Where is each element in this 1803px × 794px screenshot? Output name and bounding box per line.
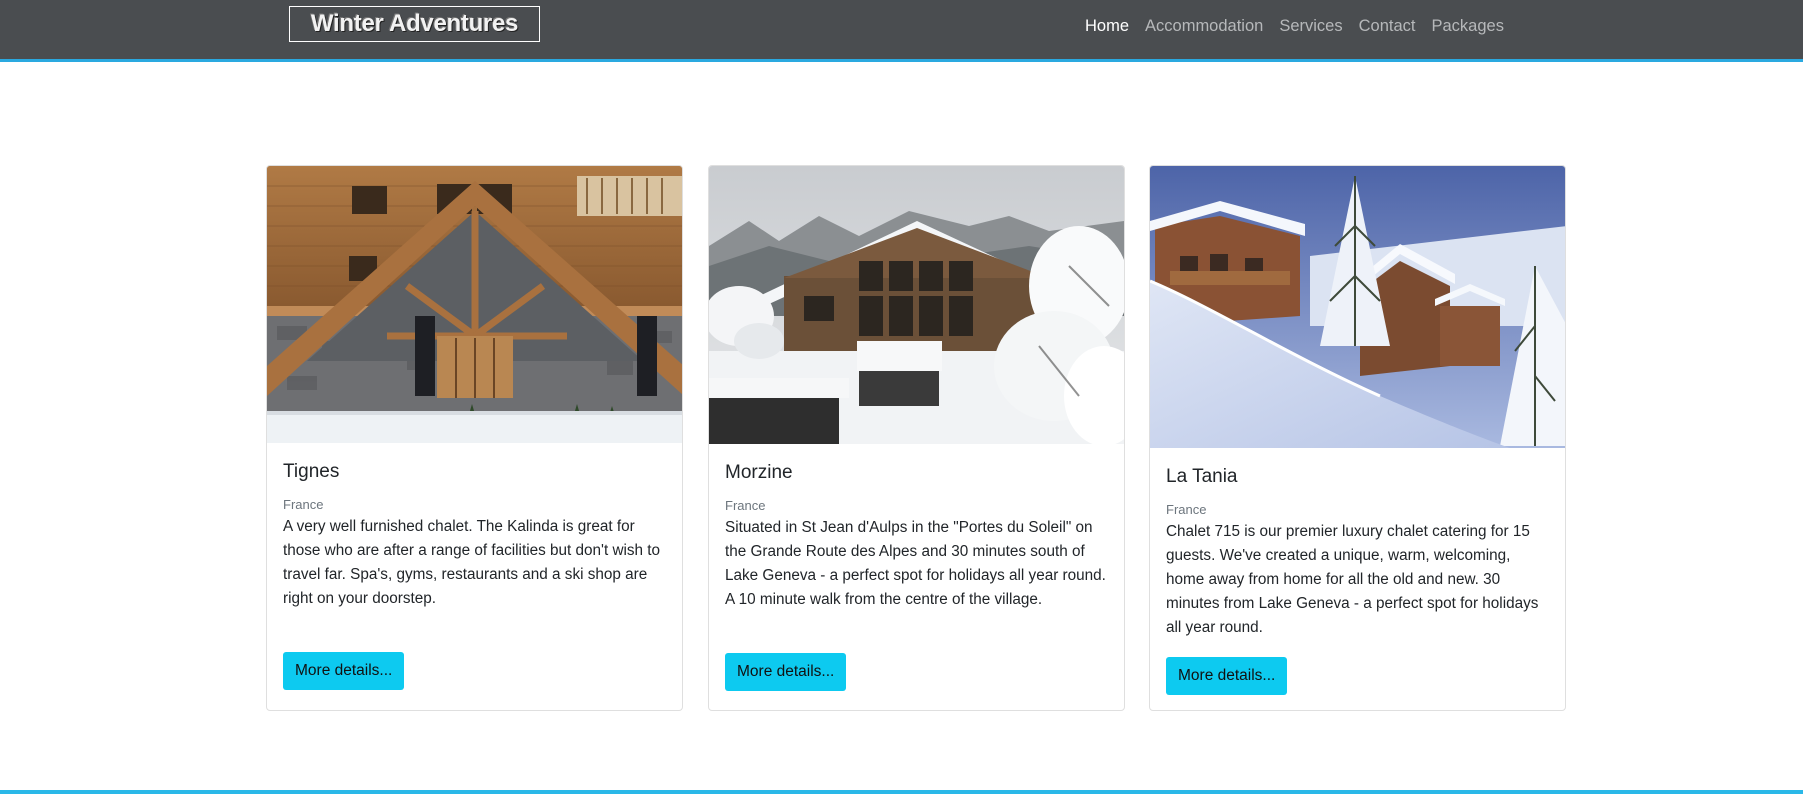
more-details-button[interactable]: More details... xyxy=(725,653,847,691)
card-subtitle: France xyxy=(283,497,324,512)
more-details-button[interactable]: More details... xyxy=(283,652,405,690)
top-navbar: Winter Adventures Home Accommodation Ser… xyxy=(0,0,1803,62)
chalet-photo-la-tania xyxy=(1150,166,1565,448)
brand-logo[interactable]: Winter Adventures xyxy=(289,6,540,42)
chalet-card-la-tania: La Tania France Chalet 715 is our premie… xyxy=(1149,165,1566,711)
card-text: Chalet 715 is our premier luxury chalet … xyxy=(1166,523,1539,636)
chalet-photo-morzine xyxy=(709,166,1124,444)
card-title: La Tania xyxy=(1166,466,1238,487)
more-details-button[interactable]: More details... xyxy=(1166,657,1288,695)
chalet-photo-tignes xyxy=(267,166,682,443)
nav-item-home[interactable]: Home xyxy=(1085,17,1129,36)
card-title: Morzine xyxy=(725,462,793,483)
chalet-card-tignes: Tignes France A very well furnished chal… xyxy=(266,165,683,711)
nav-item-contact[interactable]: Contact xyxy=(1359,17,1416,36)
card-subtitle: France xyxy=(725,498,766,513)
footer-accent-line xyxy=(0,790,1803,794)
main-nav: Home Accommodation Services Contact Pack… xyxy=(1085,17,1520,36)
card-text: A very well furnished chalet. The Kalind… xyxy=(283,518,661,607)
nav-item-accommodation[interactable]: Accommodation xyxy=(1145,17,1263,36)
card-text: Situated in St Jean d'Aulps in the "Port… xyxy=(725,519,1106,608)
chalet-card-morzine: Morzine France Situated in St Jean d'Aul… xyxy=(708,165,1125,711)
nav-item-services[interactable]: Services xyxy=(1279,17,1342,36)
card-subtitle: France xyxy=(1166,502,1207,517)
card-title: Tignes xyxy=(283,461,340,482)
nav-item-packages[interactable]: Packages xyxy=(1431,17,1503,36)
